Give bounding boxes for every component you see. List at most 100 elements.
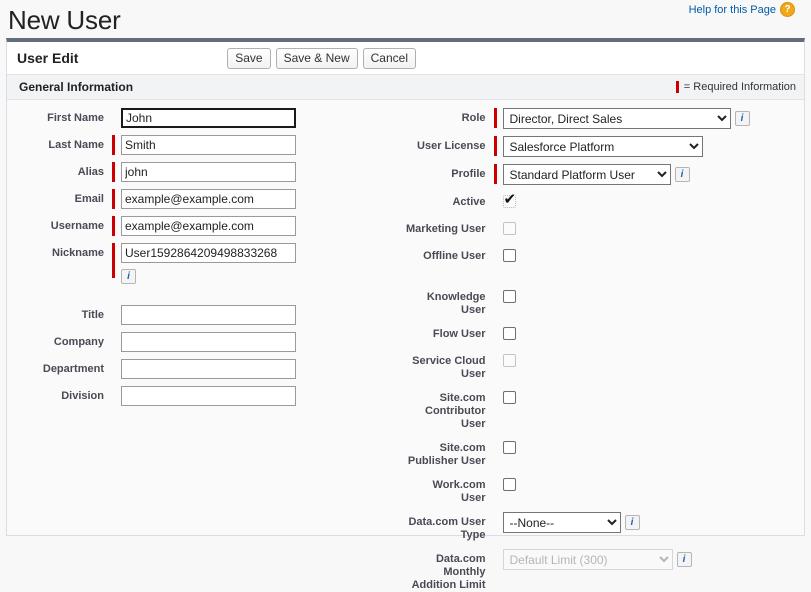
datacom-user-type-select[interactable]: --None--: [503, 512, 621, 533]
required-spacer: [494, 246, 497, 266]
required-spacer: [112, 332, 115, 352]
field-row-marketing-user: Marketing User: [406, 219, 805, 239]
profile-select[interactable]: Standard Platform User: [503, 164, 671, 185]
label-profile: Profile: [406, 164, 494, 181]
field-row-first-name: First Name: [7, 108, 406, 128]
required-spacer: [494, 475, 497, 495]
sitecom-publisher-user-checkbox[interactable]: [503, 441, 516, 454]
label-sitecom-contributor-user: Site.com Contributor User: [406, 388, 494, 431]
required-marker-icon: [112, 243, 115, 278]
last-name-input[interactable]: [121, 135, 296, 155]
info-icon-profile[interactable]: i: [675, 167, 690, 182]
field-row-division: Division: [7, 386, 406, 406]
required-spacer: [494, 219, 497, 239]
right-column: Role Director, Direct Sales i User Licen…: [406, 108, 805, 535]
field-row-datacom-user-type: Data.com User Type --None-- i: [406, 512, 805, 542]
sitecom-contributor-user-checkbox[interactable]: [503, 391, 516, 404]
save-and-new-button[interactable]: Save & New: [276, 48, 358, 69]
nickname-control-stack: i: [121, 243, 296, 284]
required-spacer: [494, 549, 497, 569]
first-name-input[interactable]: [121, 108, 296, 128]
spacer: [7, 291, 406, 305]
panel-title: User Edit: [17, 50, 78, 66]
spacer: [406, 273, 805, 287]
required-spacer: [494, 438, 497, 458]
label-nickname: Nickname: [7, 243, 112, 260]
required-marker-icon: [494, 136, 497, 156]
field-row-username: Username: [7, 216, 406, 236]
label-first-name: First Name: [7, 108, 112, 125]
user-edit-panel: User Edit Save Save & New Cancel General…: [6, 38, 805, 536]
field-row-role: Role Director, Direct Sales i: [406, 108, 805, 129]
required-spacer: [494, 512, 497, 532]
label-department: Department: [7, 359, 112, 376]
label-email: Email: [7, 189, 112, 206]
required-marker-icon: [112, 189, 115, 209]
required-marker-icon: [112, 216, 115, 236]
field-row-service-cloud-user: Service Cloud User: [406, 351, 805, 381]
info-icon-datacom-monthly-limit[interactable]: i: [677, 552, 692, 567]
save-button[interactable]: Save: [227, 48, 270, 69]
datacom-monthly-limit-select: Default Limit (300): [503, 549, 673, 570]
label-workcom-user: Work.com User: [406, 475, 494, 505]
required-marker-icon: [112, 135, 115, 155]
required-spacer: [112, 108, 115, 128]
label-last-name: Last Name: [7, 135, 112, 152]
field-row-nickname: Nickname i: [7, 243, 406, 284]
workcom-user-checkbox[interactable]: [503, 478, 516, 491]
required-spacer: [494, 287, 497, 307]
username-input[interactable]: [121, 216, 296, 236]
label-username: Username: [7, 216, 112, 233]
field-row-department: Department: [7, 359, 406, 379]
email-input[interactable]: [121, 189, 296, 209]
label-company: Company: [7, 332, 112, 349]
required-marker-icon: [112, 162, 115, 182]
section-title: General Information: [19, 80, 133, 94]
help-for-this-page[interactable]: Help for this Page ?: [689, 2, 795, 17]
field-row-company: Company: [7, 332, 406, 352]
field-row-offline-user: Offline User: [406, 246, 805, 266]
required-marker-icon: [494, 164, 497, 184]
label-division: Division: [7, 386, 112, 403]
department-input[interactable]: [121, 359, 296, 379]
info-icon-nickname[interactable]: i: [121, 269, 136, 284]
required-spacer: [494, 324, 497, 344]
required-spacer: [112, 386, 115, 406]
label-datacom-monthly-limit: Data.com Monthly Addition Limit: [406, 549, 494, 592]
division-input[interactable]: [121, 386, 296, 406]
question-mark-icon[interactable]: ?: [780, 2, 795, 17]
cancel-button[interactable]: Cancel: [363, 48, 416, 69]
label-user-license: User License: [406, 136, 494, 153]
role-select[interactable]: Director, Direct Sales: [503, 108, 731, 129]
field-row-datacom-monthly-limit: Data.com Monthly Addition Limit Default …: [406, 549, 805, 592]
general-information-section-bar: General Information = Required Informati…: [7, 75, 804, 100]
help-link-label[interactable]: Help for this Page: [689, 4, 776, 16]
label-knowledge-user: Knowledge User: [406, 287, 494, 317]
label-marketing-user: Marketing User: [406, 219, 494, 236]
field-row-user-license: User License Salesforce Platform: [406, 136, 805, 157]
left-column: First Name Last Name Alias: [7, 108, 406, 535]
field-row-flow-user: Flow User: [406, 324, 805, 344]
panel-header: User Edit Save Save & New Cancel: [7, 42, 804, 75]
label-title: Title: [7, 305, 112, 322]
required-information-legend: = Required Information: [676, 81, 796, 93]
flow-user-checkbox[interactable]: [503, 327, 516, 340]
info-icon-role[interactable]: i: [735, 111, 750, 126]
nickname-input[interactable]: [121, 243, 296, 263]
field-row-active: Active: [406, 192, 805, 212]
title-input[interactable]: [121, 305, 296, 325]
info-icon-datacom-user-type[interactable]: i: [625, 515, 640, 530]
field-row-knowledge-user: Knowledge User: [406, 287, 805, 317]
field-row-last-name: Last Name: [7, 135, 406, 155]
alias-input[interactable]: [121, 162, 296, 182]
active-checkbox[interactable]: [503, 195, 516, 208]
required-spacer: [494, 192, 497, 212]
user-license-select[interactable]: Salesforce Platform: [503, 136, 703, 157]
required-legend-label: = Required Information: [684, 81, 796, 93]
offline-user-checkbox[interactable]: [503, 249, 516, 262]
company-input[interactable]: [121, 332, 296, 352]
marketing-user-checkbox: [503, 222, 516, 235]
panel-button-group: Save Save & New Cancel: [227, 48, 796, 69]
knowledge-user-checkbox[interactable]: [503, 290, 516, 303]
required-spacer: [112, 305, 115, 325]
